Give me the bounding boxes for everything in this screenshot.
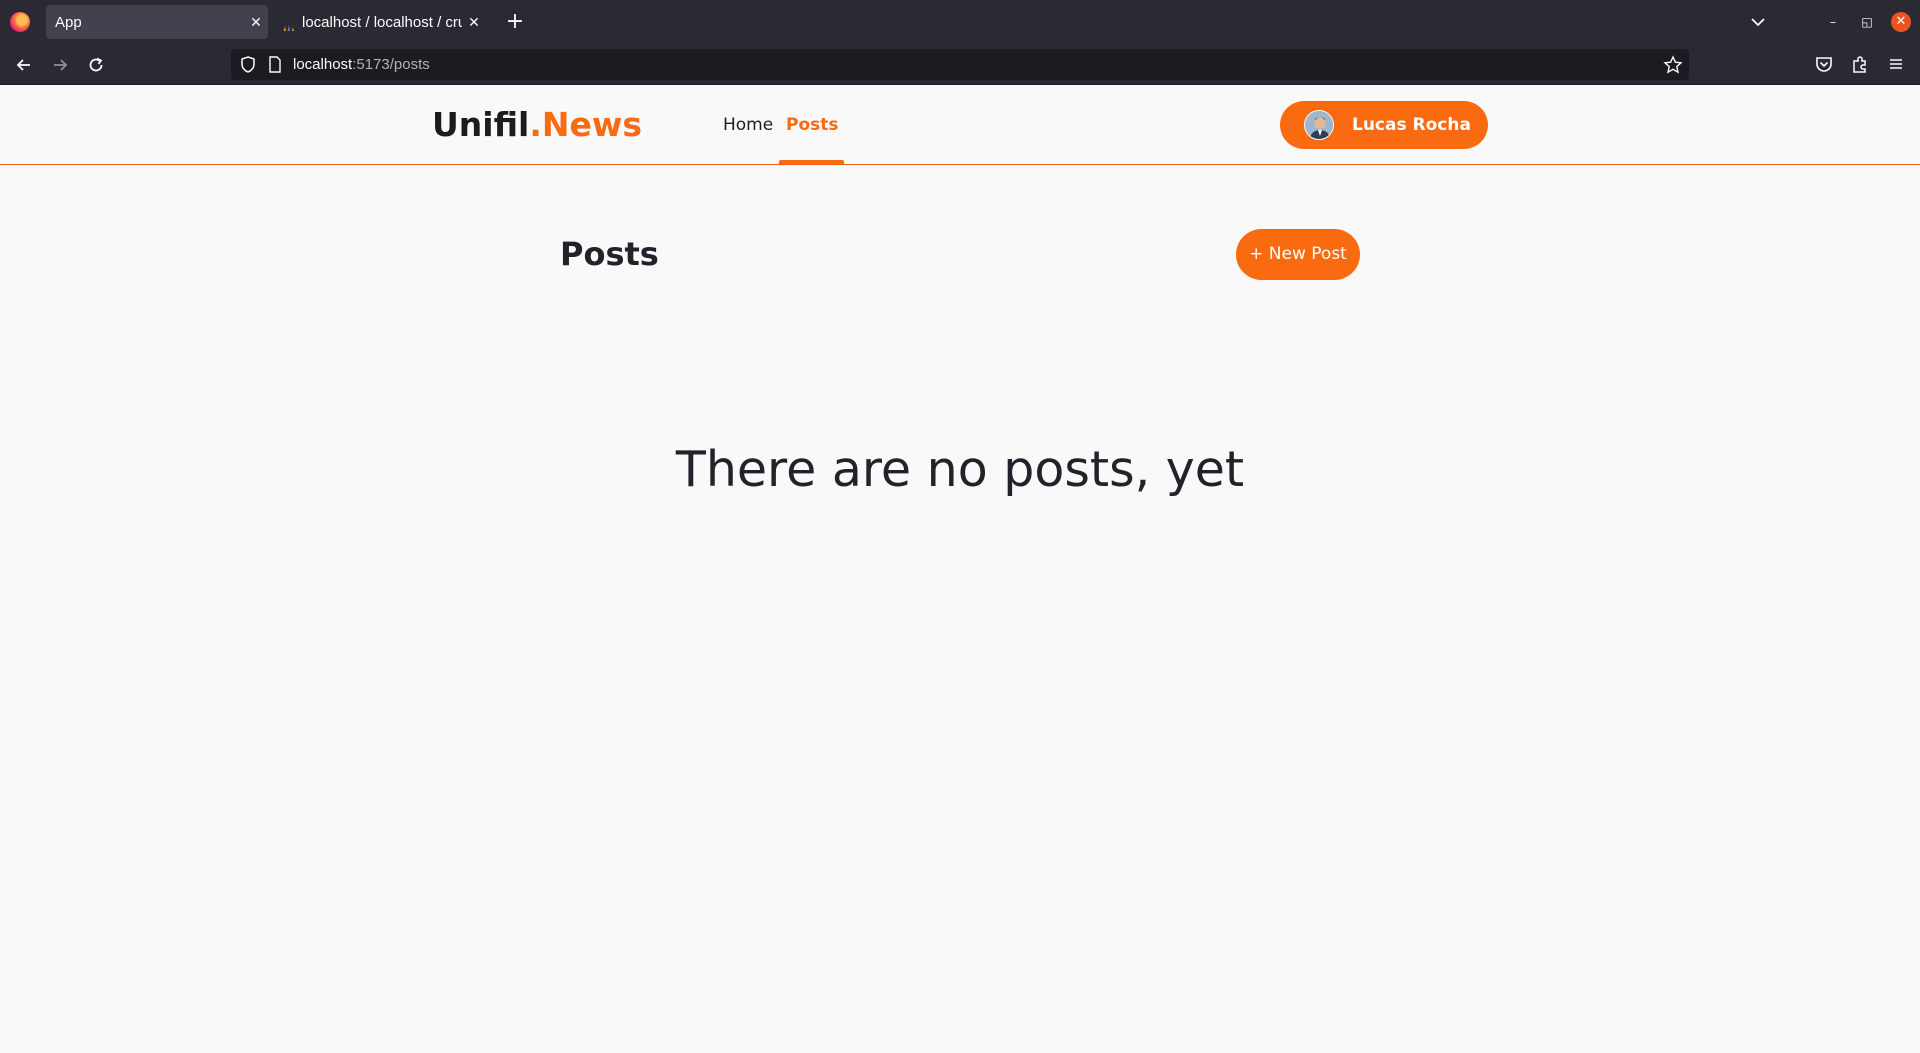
phpmyadmin-icon <box>283 24 294 31</box>
brand-logo[interactable]: Unifil.News <box>432 105 642 145</box>
user-name: Lucas Rocha <box>1352 115 1471 135</box>
url-host: localhost <box>293 56 353 73</box>
tab-label: localhost / localhost / cru <box>276 14 462 31</box>
reload-icon[interactable] <box>82 52 110 78</box>
close-tab-icon[interactable]: ✕ <box>244 14 268 31</box>
app-menu-hamburger-icon[interactable] <box>1885 53 1907 75</box>
tab-label-text: localhost / localhost / cru <box>302 13 462 31</box>
active-nav-indicator <box>779 160 844 164</box>
nav-home-link[interactable]: Home <box>723 114 773 136</box>
url-text[interactable]: localhost:5173/posts <box>293 55 430 74</box>
url-path: :5173/posts <box>352 56 430 73</box>
tracking-protection-shield-icon[interactable] <box>240 56 256 73</box>
browser-tab-strip: App ✕ localhost / localhost / cru ✕ + – … <box>0 0 1920 44</box>
pocket-icon[interactable] <box>1813 53 1835 75</box>
forward-icon[interactable] <box>46 52 74 78</box>
nav-posts-link[interactable]: Posts <box>786 114 839 136</box>
restore-window-icon[interactable]: ◱ <box>1857 12 1877 32</box>
close-window-icon[interactable]: ✕ <box>1891 12 1911 32</box>
page-info-icon[interactable] <box>268 56 282 73</box>
bookmark-star-icon[interactable] <box>1663 55 1683 75</box>
avatar <box>1304 110 1334 140</box>
address-bar[interactable]: localhost:5173/posts <box>231 49 1689 80</box>
brand-accent: .News <box>529 105 643 144</box>
brand-main: Unifil <box>432 105 530 144</box>
tab-app[interactable]: App ✕ <box>46 5 268 39</box>
tab-label: App <box>55 13 82 31</box>
close-tab-icon[interactable]: ✕ <box>462 14 486 31</box>
app-header: Unifil.News Home Posts Lucas Rocha <box>0 85 1920 165</box>
firefox-logo-icon <box>10 12 30 32</box>
extensions-puzzle-icon[interactable] <box>1849 53 1871 75</box>
list-all-tabs-icon[interactable] <box>1748 12 1768 32</box>
user-menu-button[interactable]: Lucas Rocha <box>1280 101 1488 149</box>
page-title: Posts <box>560 235 659 273</box>
empty-state-message: There are no posts, yet <box>675 441 1245 498</box>
new-tab-icon[interactable]: + <box>504 8 526 36</box>
new-post-button[interactable]: + New Post <box>1236 229 1360 280</box>
minimize-window-icon[interactable]: – <box>1823 12 1843 32</box>
tab-phpmyadmin[interactable]: localhost / localhost / cru ✕ <box>276 5 486 39</box>
back-icon[interactable] <box>10 52 38 78</box>
